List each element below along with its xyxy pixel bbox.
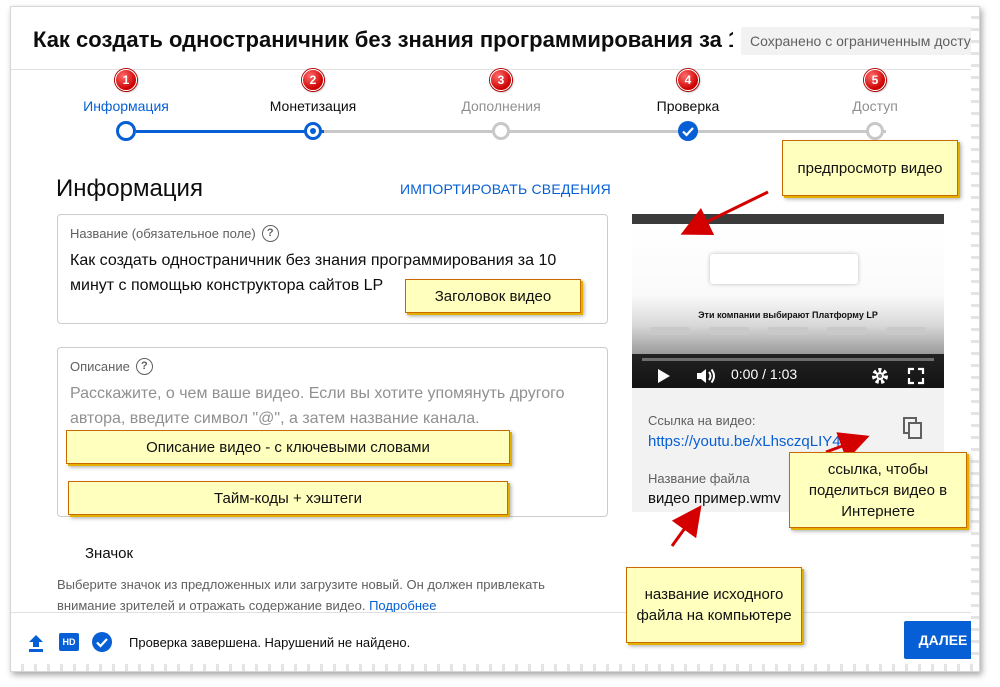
video-browser-bar [632,214,944,224]
torn-edge-bottom [11,664,979,671]
fullscreen-icon[interactable] [906,366,926,386]
torn-edge-right [971,7,979,671]
step-visibility[interactable]: 5 Доступ [795,69,955,114]
step-node-pending-icon[interactable] [492,122,510,140]
video-progress-bar[interactable] [642,358,934,361]
video-link[interactable]: https://youtu.be/xLhsczqLIY4 [648,433,841,450]
gear-icon[interactable] [870,366,890,386]
step-number-badge: 5 [864,69,886,91]
thumbnail-section-title: Значок [85,545,134,562]
annotation-description: Описание видео - с ключевыми словами [66,430,510,464]
file-name: видео пример.wmv [648,490,781,507]
video-logos [650,327,926,335]
title-field-label: Название (обязательное поле) [70,226,256,241]
video-time: 0:00 / 1:03 [731,366,798,382]
step-label: Проверка [656,98,720,114]
stepper-progress [136,130,324,133]
step-node-pending-icon[interactable] [866,122,884,140]
step-label: Дополнения [461,98,541,114]
video-link-label: Ссылка на видео: [648,413,756,428]
step-extras[interactable]: 3 Дополнения [421,69,581,114]
step-node-current-icon[interactable] [116,121,136,141]
title-field-label-row: Название (обязательное поле) ? [70,225,279,242]
step-information[interactable]: 1 Информация [46,69,206,114]
footer-bar: HD Проверка завершена. Нарушений не найд… [11,612,979,671]
step-number-badge: 3 [490,69,512,91]
annotation-title: Заголовок видео [405,279,581,313]
video-profile-card [710,254,858,284]
step-label: Монетизация [269,98,357,114]
video-controls: 0:00 / 1:03 [632,354,944,388]
next-button[interactable]: ДАЛЕЕ [904,621,979,659]
page-title: Как создать одностраничник без знания пр… [33,27,733,52]
description-input[interactable]: Расскажите, о чем ваше видео. Если вы хо… [70,381,590,431]
check-circle-icon[interactable] [91,631,113,653]
learn-more-link[interactable]: Подробнее [369,598,436,613]
section-title: Информация [56,175,203,202]
step-review[interactable]: 4 Проверка [608,69,768,114]
annotation-share-link: ссылка, чтобы поделиться видео в Интерне… [789,452,967,528]
step-label: Доступ [852,98,898,114]
upload-icon[interactable] [27,633,45,653]
annotation-preview: предпросмотр видео [782,140,958,196]
video-frame: Эти компании выбирают Платформу LP [632,224,944,354]
file-name-label: Название файла [648,471,750,486]
description-field-label-row: Описание ? [70,358,153,375]
video-player[interactable]: Эти компании выбирают Платформу LP 0:00 … [632,214,944,388]
help-icon[interactable]: ? [135,358,153,375]
copy-icon[interactable] [902,416,924,440]
step-node-check-icon[interactable] [678,121,698,141]
step-node-dot-icon[interactable] [304,122,322,140]
play-icon[interactable] [658,369,670,383]
annotation-file-name: название исходного файла на компьютере [626,567,802,643]
step-number-badge: 4 [677,69,699,91]
hd-icon[interactable]: HD [59,633,79,651]
step-number-badge: 1 [115,69,137,91]
thumbnail-description-text: Выберите значок из предложенных или загр… [57,577,545,613]
step-monetization[interactable]: 2 Монетизация [233,69,393,114]
video-heading: Эти компании выбирают Платформу LP [698,310,878,320]
thumbnail-description: Выберите значок из предложенных или загр… [57,574,597,616]
step-label: Информация [83,98,169,114]
upload-dialog: Как создать одностраничник без знания пр… [10,6,980,672]
save-status-badge: Сохранено с ограниченным доступом [741,27,979,55]
help-icon[interactable]: ? [261,225,279,242]
description-field-label: Описание [70,359,130,374]
import-details-link[interactable]: ИМПОРТИРОВАТЬ СВЕДЕНИЯ [400,181,611,197]
annotation-timecodes: Тайм-коды + хэштеги [68,481,508,515]
check-status-text: Проверка завершена. Нарушений не найдено… [129,635,411,650]
volume-icon[interactable] [695,367,717,385]
step-number-badge: 2 [302,69,324,91]
